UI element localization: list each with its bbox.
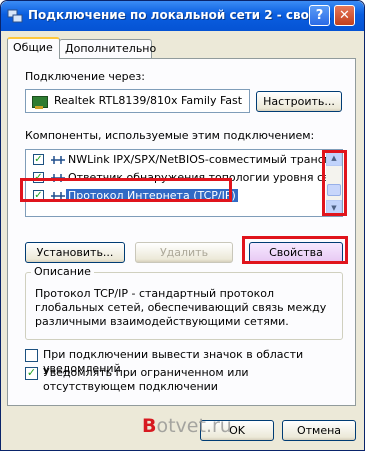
description-text: Протокол TCP/IP - стандартный протокол г…: [35, 287, 327, 328]
properties-dialog: Подключение по локальной сети 2 - свой..…: [0, 0, 365, 451]
remove-button[interactable]: Удалить: [135, 242, 233, 263]
show-icon-checkbox[interactable]: [25, 349, 38, 362]
component-checkbox[interactable]: ✓: [33, 154, 44, 165]
adapter-field: Realtek RTL8139/810x Family Fast: [25, 89, 250, 113]
tab-advanced[interactable]: Дополнительно: [59, 39, 156, 58]
description-title: Описание: [31, 265, 94, 278]
install-button[interactable]: Установить...: [25, 242, 125, 263]
tab-general[interactable]: Общие: [7, 37, 60, 59]
configure-button[interactable]: Настроить...: [256, 91, 342, 112]
close-button[interactable]: ✕: [334, 5, 355, 26]
network-connection-icon: [7, 9, 23, 23]
window-title: Подключение по локальной сети 2 - свой..…: [28, 8, 331, 22]
network-component-icon: [51, 156, 65, 164]
components-label: Компоненты, используемые этим подключени…: [25, 129, 315, 142]
component-label: NWLink IPX/SPX/NetBIOS-совместимый транс…: [68, 153, 343, 166]
adapter-name: Realtek RTL8139/810x Family Fast: [54, 94, 243, 107]
cancel-button[interactable]: Отмена: [282, 420, 356, 441]
notify-checkbox[interactable]: ✓: [25, 367, 38, 380]
connect-via-label: Подключение через:: [25, 70, 145, 83]
help-button[interactable]: ?: [309, 5, 330, 26]
highlight-scrollbar: [322, 150, 347, 216]
network-card-icon: [32, 96, 48, 109]
list-item[interactable]: ✓ NWLink IPX/SPX/NetBIOS-совместимый тра…: [26, 151, 342, 169]
highlight-properties-button: [242, 236, 348, 264]
watermark-logo: Botvet.ru: [142, 415, 232, 437]
highlight-tcpip-item: [20, 178, 232, 202]
title-bar[interactable]: Подключение по локальной сети 2 - свой..…: [1, 1, 364, 31]
notify-label: Уведомлять при ограниченном или отсутств…: [43, 366, 249, 393]
